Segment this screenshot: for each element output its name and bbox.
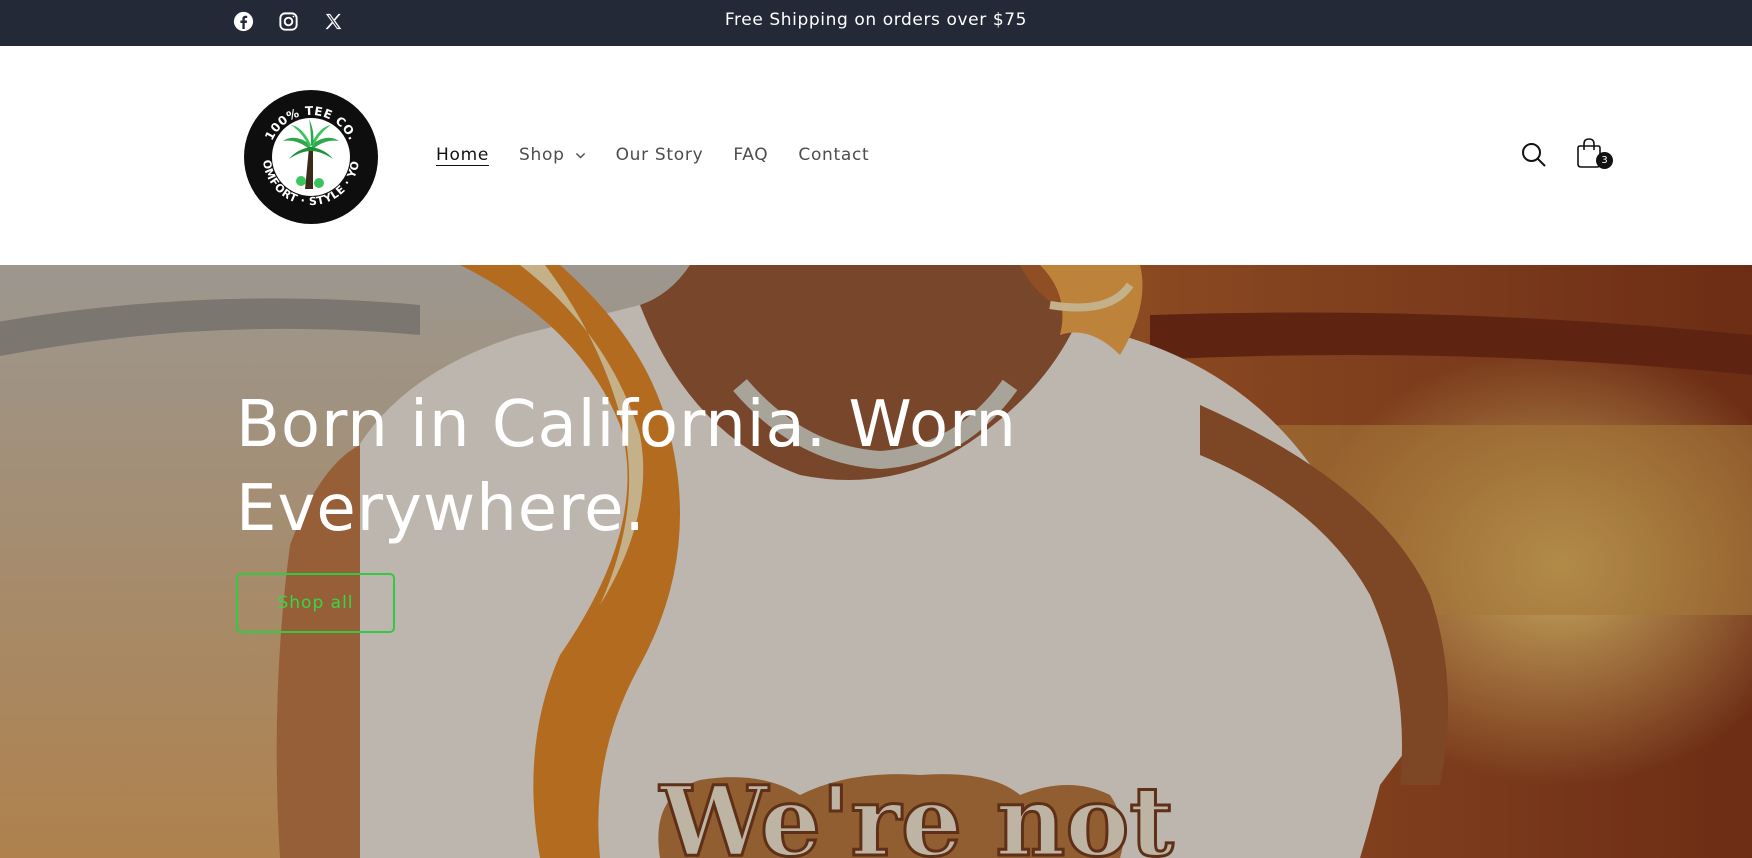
nav-home[interactable]: Home — [436, 144, 489, 166]
search-button[interactable] — [1520, 141, 1548, 169]
hero-overlay — [0, 265, 1752, 858]
nav-our-story[interactable]: Our Story — [616, 144, 704, 166]
cart-count-badge: 3 — [1596, 152, 1613, 169]
nav-faq[interactable]: FAQ — [733, 144, 768, 166]
hero-heading: Born in California. Worn Everywhere. — [236, 388, 1017, 546]
shop-all-button[interactable]: Shop all — [236, 573, 395, 633]
announcement-bar: Free Shipping on orders over $75 — [0, 0, 1752, 46]
announcement-text: Free Shipping on orders over $75 — [724, 10, 1028, 30]
cart-button[interactable]: 3 — [1574, 136, 1613, 174]
hero-banner: We're not Born in California. Worn Every… — [0, 265, 1752, 858]
chevron-down-icon — [575, 150, 586, 161]
site-header: 100% TEE CO. COMFORT · STYLE · YOU Home … — [0, 46, 1752, 265]
main-nav: Home Shop Our Story FAQ Contact — [436, 144, 899, 166]
nav-shop-label: Shop — [519, 145, 565, 165]
search-icon — [1522, 143, 1546, 167]
brand-logo[interactable]: 100% TEE CO. COMFORT · STYLE · YOU — [243, 89, 379, 225]
nav-contact[interactable]: Contact — [798, 144, 869, 166]
nav-shop[interactable]: Shop — [519, 144, 586, 166]
